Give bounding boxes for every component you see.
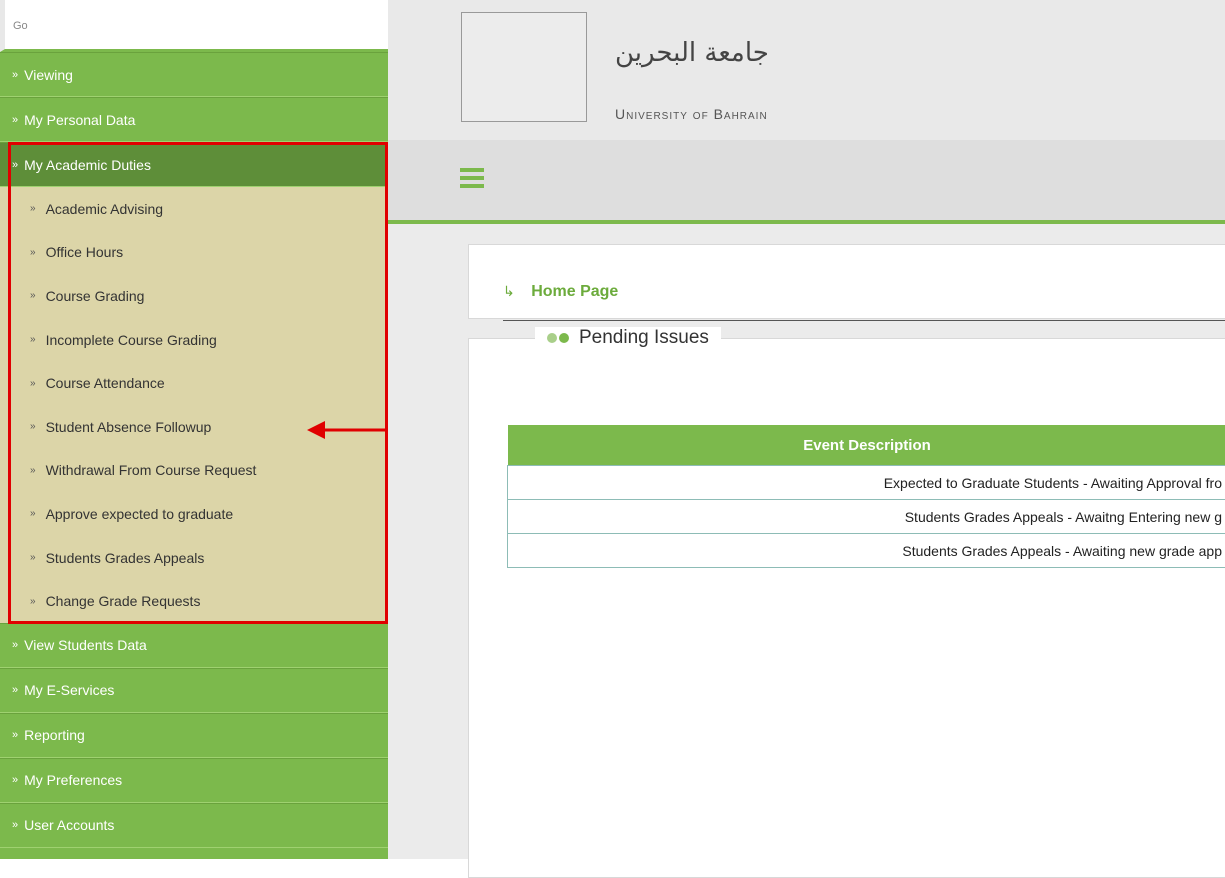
submenu-item-label: Academic Advising — [46, 201, 164, 217]
chevron-double-icon: » — [30, 552, 36, 563]
navbar — [388, 140, 1225, 224]
chevron-double-icon: » — [12, 729, 18, 741]
breadcrumb-divider — [503, 320, 1225, 321]
submenu-item-label: Change Grade Requests — [46, 593, 201, 609]
submenu-item-office-hours[interactable]: » Office Hours — [0, 231, 388, 275]
chevron-double-icon: » — [30, 290, 36, 301]
submenu-item-label: Approve expected to graduate — [46, 506, 234, 522]
university-name-arabic: جامعة البحرين — [615, 38, 769, 68]
table-row[interactable]: Expected to Graduate Students - Awaiting… — [508, 466, 1225, 500]
submenu-item-label: Student Absence Followup — [46, 419, 212, 435]
submenu-item-label: Incomplete Course Grading — [46, 332, 217, 348]
chevron-double-icon: » — [12, 774, 18, 786]
submenu-item-change-grade-requests[interactable]: » Change Grade Requests — [0, 579, 388, 623]
event-description-cell[interactable]: Students Grades Appeals - Awaitng Enteri… — [508, 500, 1225, 534]
menu-item-label: My Personal Data — [24, 112, 135, 128]
return-arrow-icon: ↳ — [503, 283, 515, 299]
menu-item-viewing[interactable]: » Viewing — [0, 52, 388, 97]
submenu-item-student-absence-followup[interactable]: » Student Absence Followup — [0, 405, 388, 449]
pending-issues-label: Pending Issues — [579, 327, 709, 348]
menu-item-label: Reporting — [24, 727, 85, 743]
column-header-event-description: Event Description — [508, 425, 1225, 466]
submenu-item-label: Students Grades Appeals — [46, 550, 205, 566]
chevron-double-icon: » — [30, 247, 36, 258]
submenu-item-approve-expected-to-graduate[interactable]: » Approve expected to graduate — [0, 492, 388, 536]
menu-item-view-students-data[interactable]: » View Students Data — [0, 623, 388, 668]
chevron-double-icon: » — [12, 639, 18, 651]
chevron-double-icon: » — [30, 421, 36, 432]
menu-item-my-academic-duties[interactable]: » My Academic Duties — [0, 142, 388, 187]
chevron-double-icon: » — [30, 378, 36, 389]
hamburger-menu-icon[interactable] — [460, 168, 484, 192]
chevron-double-icon: » — [12, 114, 18, 126]
table-row[interactable]: Students Grades Appeals - Awaiting new g… — [508, 534, 1225, 568]
table-header-row: Event Description — [508, 425, 1225, 466]
dot-icon — [559, 333, 569, 343]
submenu-item-label: Course Grading — [46, 288, 145, 304]
go-label: Go — [13, 20, 28, 32]
submenu-item-label: Withdrawal From Course Request — [46, 462, 257, 478]
submenu-item-label: Course Attendance — [46, 375, 165, 391]
menu-item-label: View Students Data — [24, 637, 147, 653]
submenu-item-academic-advising[interactable]: » Academic Advising — [0, 187, 388, 231]
submenu-item-course-attendance[interactable]: » Course Attendance — [0, 361, 388, 405]
menu-item-label: My Academic Duties — [24, 157, 151, 173]
menu-item-label: User Accounts — [24, 817, 114, 833]
university-logo — [461, 12, 587, 122]
submenu-item-students-grades-appeals[interactable]: » Students Grades Appeals — [0, 536, 388, 580]
dot-icon — [547, 333, 557, 343]
chevron-double-icon: » — [12, 159, 18, 171]
pending-issues-title: Pending Issues — [535, 327, 721, 349]
menu-item-user-accounts[interactable]: » User Accounts — [0, 803, 388, 848]
event-description-cell[interactable]: Expected to Graduate Students - Awaiting… — [508, 466, 1225, 500]
main-content: ↳ Home Page Pending Issues Event Descrip… — [388, 224, 1225, 859]
sidebar: Go » Viewing » My Personal Data » My Aca… — [0, 0, 388, 859]
pending-issues-panel: Pending Issues Event Description Expecte… — [468, 338, 1225, 878]
menu-item-my-e-services[interactable]: » My E-Services — [0, 668, 388, 713]
header: جامعة البحرين University of Bahrain — [388, 0, 1225, 140]
menu-item-label: Viewing — [24, 67, 73, 83]
menu-item-label: My Preferences — [24, 772, 122, 788]
chevron-double-icon: » — [12, 69, 18, 81]
submenu-item-withdrawal-from-course-request[interactable]: » Withdrawal From Course Request — [0, 449, 388, 493]
go-button[interactable]: Go — [0, 0, 388, 52]
university-name-english: University of Bahrain — [615, 106, 768, 122]
menu-item-my-personal-data[interactable]: » My Personal Data — [0, 97, 388, 142]
chevron-double-icon: » — [12, 684, 18, 696]
chevron-double-icon: » — [30, 334, 36, 345]
chevron-double-icon: » — [12, 819, 18, 831]
breadcrumb-home-link[interactable]: Home Page — [531, 283, 618, 300]
chevron-double-icon: » — [30, 465, 36, 476]
breadcrumb: ↳ Home Page — [503, 283, 618, 301]
breadcrumb-panel: ↳ Home Page — [468, 244, 1225, 319]
menu-item-label: My E-Services — [24, 682, 114, 698]
chevron-double-icon: » — [30, 508, 36, 519]
submenu-item-incomplete-course-grading[interactable]: » Incomplete Course Grading — [0, 318, 388, 362]
chevron-double-icon: » — [30, 203, 36, 214]
menu-item-reporting[interactable]: » Reporting — [0, 713, 388, 758]
event-description-cell[interactable]: Students Grades Appeals - Awaiting new g… — [508, 534, 1225, 568]
academic-duties-submenu: » Academic Advising » Office Hours » Cou… — [0, 187, 388, 623]
events-table: Event Description Expected to Graduate S… — [507, 425, 1225, 568]
chevron-double-icon: » — [30, 596, 36, 607]
table-row[interactable]: Students Grades Appeals - Awaitng Enteri… — [508, 500, 1225, 534]
submenu-item-label: Office Hours — [46, 244, 124, 260]
submenu-item-course-grading[interactable]: » Course Grading — [0, 274, 388, 318]
menu-item-my-preferences[interactable]: » My Preferences — [0, 758, 388, 803]
